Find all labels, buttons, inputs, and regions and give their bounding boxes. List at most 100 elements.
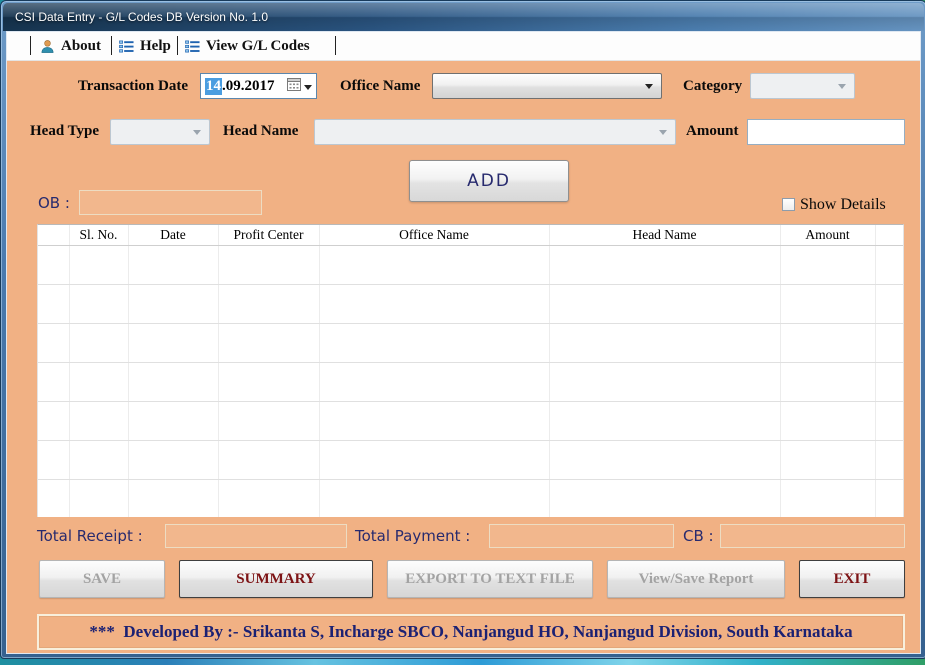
table-cell [549,323,781,363]
col-amount[interactable]: Amount [780,225,876,246]
table-cell [875,323,903,363]
table-cell [549,245,781,285]
show-details-label: Show Details [800,196,886,213]
table-cell [780,401,876,441]
table-cell [128,323,219,363]
table-cell [38,440,70,480]
table-cell [69,401,129,441]
total-receipt-field [165,524,347,548]
menu-item-about[interactable]: About [40,32,101,60]
table-cell [780,323,876,363]
table-cell [69,362,129,402]
menu-item-help[interactable]: Help [119,32,171,60]
table-cell [780,440,876,480]
view-save-report-button: View/Save Report [607,560,785,598]
table-cell [69,323,129,363]
table-row[interactable] [38,284,903,324]
table-cell [319,440,550,480]
table-row[interactable] [38,323,903,363]
menu-item-label: Help [140,37,171,54]
table-row[interactable] [38,479,903,517]
table-cell [549,479,781,517]
menu-separator [111,36,112,55]
table-cell [875,401,903,441]
chevron-down-icon [659,130,667,135]
summary-button[interactable]: SUMMARY [179,560,373,598]
chevron-down-icon [838,84,846,89]
add-button[interactable]: ADD [409,160,569,202]
entries-table[interactable]: Sl. No. Date Profit Center Office Name H… [38,225,903,517]
menu-separator [177,36,178,55]
amount-label: Amount [686,123,739,139]
menu-separator [335,36,336,55]
table-cell [780,479,876,517]
table-row[interactable] [38,362,903,402]
table-cell [218,401,320,441]
desktop: CSI Data Entry - G/L Codes DB Version No… [0,0,925,665]
title-bar[interactable]: CSI Data Entry - G/L Codes DB Version No… [3,3,924,31]
table-cell [38,401,70,441]
table-cell [69,245,129,285]
table-cell [549,401,781,441]
category-select [750,73,855,99]
head-type-select [110,119,210,145]
category-label: Category [683,78,743,94]
table-row[interactable] [38,401,903,441]
table-cell [549,284,781,324]
app-window: CSI Data Entry - G/L Codes DB Version No… [0,0,925,659]
total-receipt-label: Total Receipt : [37,527,143,545]
menu-bar: About Help View G/L Codes [7,32,920,61]
date-selected-segment: 14 [205,77,222,95]
table-row[interactable] [38,245,903,285]
transaction-date-picker[interactable]: 14.09.2017 [200,73,317,99]
table-cell [319,245,550,285]
table-cell [69,284,129,324]
list-icon [119,39,134,54]
calendar-icon[interactable] [287,78,301,96]
table-row[interactable] [38,440,903,480]
col-head-name[interactable]: Head Name [549,225,781,246]
head-name-label: Head Name [223,123,299,139]
table-cell [128,440,219,480]
table-cell [319,362,550,402]
table-cell [218,323,320,363]
chevron-down-icon[interactable] [304,84,312,90]
menu-item-view-gl-codes[interactable]: View G/L Codes [185,32,310,60]
table-cell [218,479,320,517]
table-header-row: Sl. No. Date Profit Center Office Name H… [38,225,903,246]
table-cell [38,284,70,324]
table-cell [319,401,550,441]
table-cell [780,284,876,324]
office-name-select[interactable] [432,73,662,99]
table-cell [128,479,219,517]
head-name-select [314,119,676,145]
table-cell [128,362,219,402]
col-date[interactable]: Date [128,225,219,246]
table-cell [549,440,781,480]
table-cell [319,284,550,324]
exit-button[interactable]: EXIT [799,560,905,598]
col-office-name[interactable]: Office Name [319,225,550,246]
developer-credit-box: *** Developed By :- Srikanta S, Incharge… [37,614,905,650]
table-cell [69,440,129,480]
cb-field [720,524,905,548]
col-profit-center[interactable]: Profit Center [218,225,320,246]
amount-field[interactable] [747,119,905,145]
table-cell [875,479,903,517]
table-cell [780,362,876,402]
table-cell [875,440,903,480]
table-cell [319,479,550,517]
entries-grid-wrap: Sl. No. Date Profit Center Office Name H… [37,224,904,517]
show-details-checkbox[interactable] [782,198,795,211]
table-cell [549,362,781,402]
col-row-selector[interactable] [38,225,70,246]
col-sl-no[interactable]: Sl. No. [69,225,129,246]
menu-item-label: About [61,37,102,54]
cb-label: CB : [683,527,714,545]
menu-separator [30,36,31,55]
client-area: About Help View G/L Codes Transaction Da… [6,31,921,654]
window-title: CSI Data Entry - G/L Codes DB Version No… [15,10,268,24]
table-cell [875,362,903,402]
date-rest-segment: .09.2017 [222,77,275,94]
chevron-down-icon [645,84,653,89]
